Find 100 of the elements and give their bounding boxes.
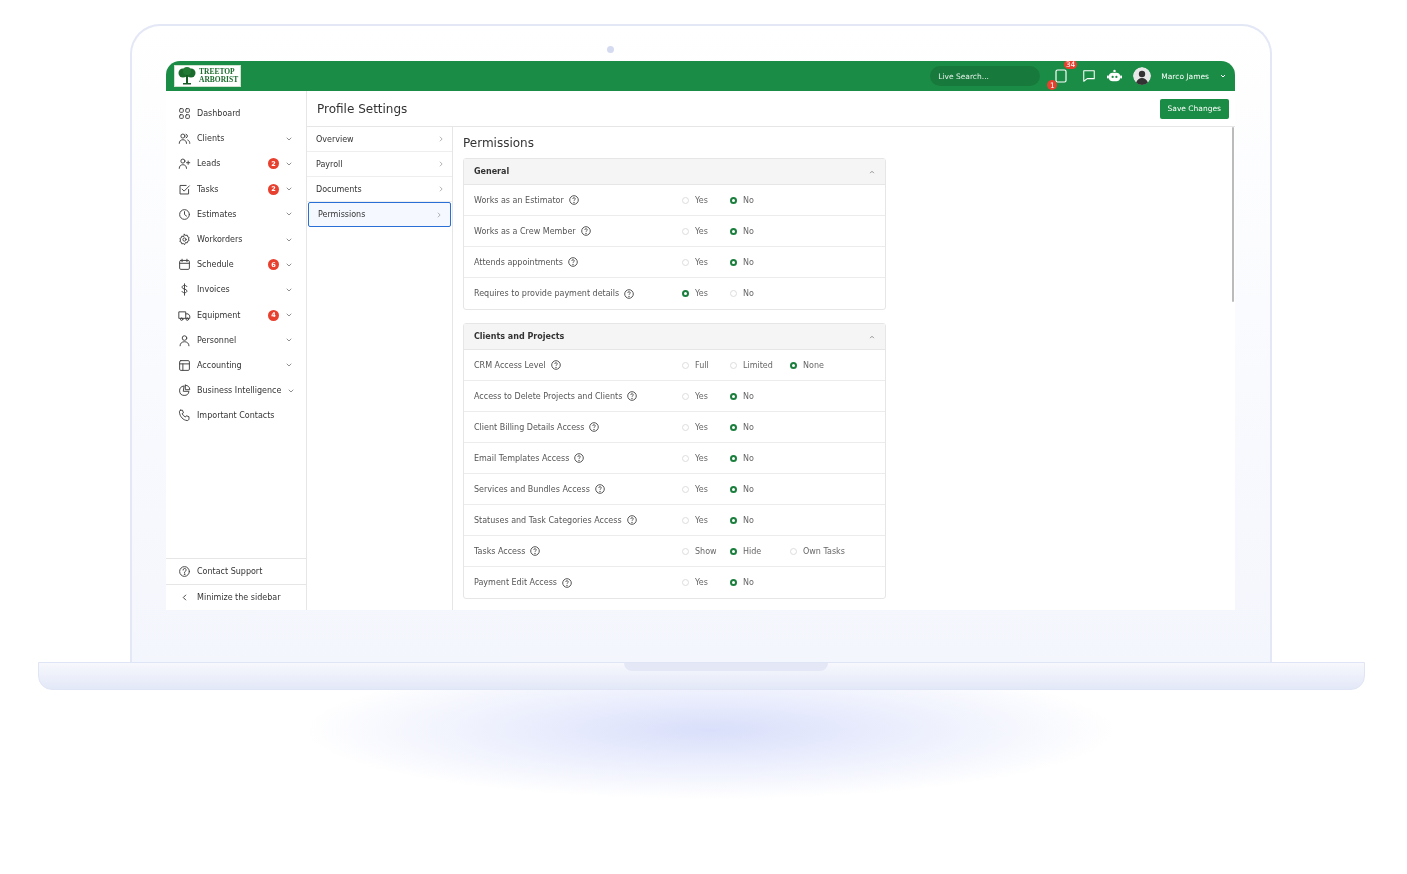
radio-option[interactable]: No: [730, 289, 790, 298]
radio-button[interactable]: [730, 516, 737, 524]
sidebar-item[interactable]: Business Intelligence: [166, 378, 306, 404]
radio-button[interactable]: [730, 547, 737, 555]
radio-option[interactable]: Yes: [682, 422, 730, 432]
radio-button[interactable]: [730, 423, 737, 431]
setting-label: Works as a Crew Member: [474, 226, 576, 236]
radio-option[interactable]: No: [730, 453, 790, 463]
table-icon: [178, 358, 191, 372]
radio-button[interactable]: [730, 579, 737, 586]
user-icon: [178, 333, 191, 347]
radio-option[interactable]: No: [730, 515, 790, 525]
setting-label: Services and Bundles Access: [474, 484, 590, 494]
radio-button[interactable]: [730, 227, 737, 235]
help-icon[interactable]: [568, 195, 579, 205]
radio-button[interactable]: [730, 485, 737, 493]
radio-option[interactable]: Limited: [730, 360, 790, 370]
checkbox-icon: [178, 182, 191, 196]
phone-icon: [178, 409, 191, 423]
help-icon[interactable]: [574, 453, 585, 463]
sidebar-item[interactable]: Personnel: [166, 327, 306, 353]
radio-option[interactable]: No: [730, 422, 790, 432]
chevron-right-icon: [438, 161, 444, 167]
setting-label: Statuses and Task Categories Access: [474, 515, 622, 525]
radio-option[interactable]: None: [790, 360, 824, 370]
scrollbar[interactable]: [1232, 127, 1234, 302]
radio-option[interactable]: Yes: [682, 578, 730, 587]
card-title: Clients and Projects: [474, 332, 565, 341]
help-icon[interactable]: [567, 257, 578, 267]
setting-label: Tasks Access: [474, 546, 526, 556]
sidebar-item[interactable]: Estimates: [166, 201, 306, 227]
radio-option[interactable]: Yes: [682, 484, 730, 494]
radio-option[interactable]: No: [730, 195, 790, 205]
radio-option[interactable]: Yes: [682, 289, 730, 298]
sidebar-item[interactable]: Minimize the sidebar: [166, 583, 306, 610]
avatar[interactable]: [1133, 67, 1152, 85]
radio-button[interactable]: [730, 392, 737, 400]
caret-up-icon[interactable]: [869, 333, 875, 340]
help-icon[interactable]: [626, 515, 637, 525]
sidebar-item[interactable]: Clients: [166, 126, 306, 152]
sidebar-item[interactable]: Workorders: [166, 226, 306, 253]
sidebar-item[interactable]: Invoices: [166, 277, 306, 303]
radio-option[interactable]: Hide: [730, 546, 790, 556]
notepad-icon[interactable]: [1055, 69, 1068, 83]
radio-option[interactable]: No: [730, 484, 790, 494]
setting-label: Works as an Estimator: [474, 195, 564, 205]
radio-option[interactable]: Own Tasks: [790, 546, 845, 556]
radio-option[interactable]: Show: [682, 546, 730, 556]
radio-option[interactable]: No: [730, 391, 790, 401]
radio-option[interactable]: Yes: [682, 195, 730, 205]
settings-menu-item[interactable]: Payroll: [307, 152, 452, 177]
radio-option[interactable]: Full: [682, 360, 730, 370]
settings-menu-item[interactable]: Permissions: [308, 202, 451, 227]
clock-icon: [178, 207, 191, 221]
setting-label: Requires to provide payment details: [474, 289, 620, 298]
settings-menu-item[interactable]: Overview: [307, 127, 452, 152]
tree-icon: [177, 67, 197, 85]
setting-label: CRM Access Level: [474, 360, 546, 370]
radio-option[interactable]: Yes: [682, 453, 730, 463]
radio-button[interactable]: [730, 196, 737, 204]
truck-icon: [178, 308, 191, 322]
radio-button[interactable]: [790, 361, 797, 369]
gear-icon: [178, 233, 191, 247]
help-icon[interactable]: [594, 484, 605, 494]
radio-option[interactable]: Yes: [682, 391, 730, 401]
sidebar-item[interactable]: Important Contacts: [166, 403, 306, 429]
chevron-down-icon[interactable]: [1219, 72, 1227, 80]
help-icon[interactable]: [550, 360, 561, 370]
radio-button[interactable]: [730, 454, 737, 462]
radio-button[interactable]: [730, 258, 737, 266]
help-icon[interactable]: [562, 577, 572, 588]
radio-option[interactable]: No: [730, 226, 790, 236]
caret-up-icon[interactable]: [869, 168, 875, 175]
radio-option[interactable]: Yes: [682, 226, 730, 236]
chevron-right-icon: [438, 186, 444, 192]
help-icon[interactable]: [530, 546, 541, 556]
sidebar-item[interactable]: Dashboard: [166, 101, 306, 127]
sidebar-item[interactable]: Contact Support: [166, 558, 306, 584]
chat-icon[interactable]: [1082, 69, 1097, 83]
page-title: Profile Settings: [317, 101, 408, 116]
help-icon: [178, 564, 191, 578]
radio-option[interactable]: Yes: [682, 257, 730, 267]
help-icon[interactable]: [580, 226, 591, 236]
help-icon[interactable]: [624, 288, 635, 299]
setting-label: Email Templates Access: [474, 453, 570, 463]
radio-option[interactable]: No: [730, 578, 790, 587]
user-plus-icon: [178, 157, 191, 171]
grid-icon: [178, 107, 191, 121]
help-icon[interactable]: [589, 422, 600, 432]
radio-button[interactable]: [682, 290, 689, 297]
setting-label: Payment Edit Access: [474, 578, 557, 587]
sidebar-item[interactable]: Accounting: [166, 352, 306, 379]
chevron-right-icon: [438, 136, 444, 142]
robot-icon[interactable]: [1106, 68, 1124, 84]
radio-option[interactable]: No: [730, 257, 790, 267]
camera-dot: [607, 46, 614, 53]
help-icon[interactable]: [627, 391, 638, 401]
radio-option[interactable]: Yes: [682, 515, 730, 525]
chevron-right-icon: [436, 211, 442, 218]
pie-chart-icon: [178, 384, 191, 398]
